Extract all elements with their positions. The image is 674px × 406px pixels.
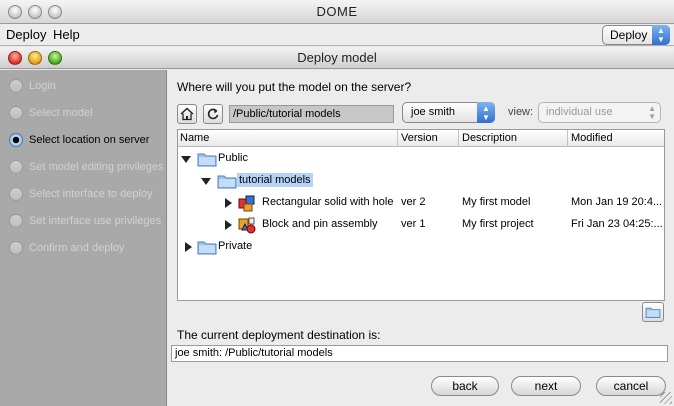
view-select-value: individual use bbox=[546, 106, 613, 118]
updown-arrows-icon: ▲ ▼ bbox=[477, 102, 495, 123]
refresh-button[interactable] bbox=[203, 104, 223, 124]
menu-help[interactable]: Help bbox=[53, 27, 80, 42]
tree-row-name: Public bbox=[218, 152, 248, 164]
project-icon bbox=[238, 217, 256, 234]
folder-icon bbox=[197, 153, 217, 167]
step-radio bbox=[9, 160, 23, 174]
step-label: Select location on server bbox=[29, 134, 150, 146]
tree-row[interactable]: Public bbox=[178, 148, 664, 170]
main-content: Where will you put the model on the serv… bbox=[168, 70, 674, 406]
step-select-model: Select model bbox=[9, 105, 167, 123]
step-radio bbox=[9, 241, 23, 255]
step-confirm-deploy: Confirm and deploy bbox=[9, 240, 167, 258]
column-header-modified[interactable]: Modified bbox=[571, 132, 613, 144]
expanded-triangle-icon[interactable] bbox=[201, 176, 211, 186]
destination-field: joe smith: /Public/tutorial models bbox=[171, 345, 668, 362]
server-tree-table[interactable]: Name Version Description Modified Public… bbox=[177, 129, 665, 301]
wizard-steps-panel: Login Select model Select location on se… bbox=[0, 70, 167, 406]
tree-row[interactable]: Rectangular solid with hole ver 2 My fir… bbox=[178, 192, 664, 214]
location-question: Where will you put the model on the serv… bbox=[177, 80, 412, 94]
step-radio bbox=[9, 214, 23, 228]
column-header-description[interactable]: Description bbox=[462, 132, 517, 144]
home-button[interactable] bbox=[177, 104, 197, 124]
tree-row-selected[interactable]: tutorial models bbox=[178, 170, 664, 192]
step-radio bbox=[9, 106, 23, 120]
resize-grip[interactable] bbox=[660, 392, 672, 404]
dialog-titlebar: Deploy model bbox=[0, 47, 674, 69]
path-field[interactable]: /Public/tutorial models bbox=[229, 105, 394, 123]
tree-header: Name Version Description Modified bbox=[178, 130, 664, 147]
updown-arrows-icon: ▲ ▼ bbox=[652, 25, 670, 45]
step-select-interface: Select interface to deploy bbox=[9, 186, 167, 204]
tree-row-description: My first project bbox=[462, 218, 534, 230]
tree-row-version: ver 2 bbox=[401, 196, 426, 208]
tree-row-description: My first model bbox=[462, 196, 531, 208]
collapsed-triangle-icon[interactable] bbox=[223, 220, 233, 230]
updown-arrows-icon: ▲ ▼ bbox=[648, 104, 656, 121]
step-label: Login bbox=[29, 80, 56, 92]
folder-icon bbox=[645, 307, 661, 318]
tree-row-modified: Mon Jan 19 20:4... bbox=[571, 196, 663, 208]
tree-row[interactable]: Private bbox=[178, 236, 664, 258]
step-login: Login bbox=[9, 78, 167, 96]
step-radio-selected bbox=[9, 133, 23, 147]
model-icon bbox=[238, 195, 255, 212]
step-select-location: Select location on server bbox=[9, 132, 167, 150]
step-editing-privileges: Set model editing privileges bbox=[9, 159, 167, 177]
app-title: DOME bbox=[316, 4, 358, 19]
tree-row-name: Rectangular solid with hole bbox=[262, 196, 394, 208]
tree-row-name: Private bbox=[218, 240, 253, 252]
view-select[interactable]: individual use ▲ ▼ bbox=[538, 102, 661, 123]
mode-select[interactable]: Deploy ▲ ▼ bbox=[602, 25, 670, 45]
user-select-value: joe smith bbox=[411, 106, 456, 118]
tree-row-name: tutorial models bbox=[237, 173, 313, 187]
step-radio bbox=[9, 79, 23, 93]
new-folder-button[interactable] bbox=[642, 302, 664, 322]
step-label: Set model editing privileges bbox=[29, 161, 164, 173]
tree-row-modified: Fri Jan 23 04:25:... bbox=[571, 218, 663, 230]
tree-row[interactable]: Block and pin assembly ver 1 My first pr… bbox=[178, 214, 664, 236]
home-icon bbox=[180, 107, 194, 121]
mode-select-value: Deploy bbox=[610, 28, 648, 42]
back-button[interactable]: back bbox=[431, 376, 499, 396]
user-select[interactable]: joe smith ▲ ▼ bbox=[402, 102, 495, 123]
app-titlebar: DOME bbox=[0, 0, 674, 24]
next-button[interactable]: next bbox=[511, 376, 581, 396]
expanded-triangle-icon[interactable] bbox=[181, 154, 191, 164]
step-interface-privileges: Set interface use privileges bbox=[9, 213, 167, 231]
dialog-title: Deploy model bbox=[297, 50, 377, 65]
column-header-version[interactable]: Version bbox=[401, 132, 438, 144]
step-radio bbox=[9, 187, 23, 201]
cancel-button[interactable]: cancel bbox=[596, 376, 666, 396]
menu-deploy[interactable]: Deploy bbox=[6, 27, 46, 42]
collapsed-triangle-icon[interactable] bbox=[223, 198, 233, 208]
step-label: Set interface use privileges bbox=[29, 215, 162, 227]
step-label: Confirm and deploy bbox=[29, 242, 125, 254]
collapsed-triangle-icon[interactable] bbox=[183, 242, 193, 252]
refresh-icon bbox=[207, 108, 219, 120]
step-label: Select interface to deploy bbox=[29, 188, 153, 200]
column-header-name[interactable]: Name bbox=[180, 132, 209, 144]
tree-row-name: Block and pin assembly bbox=[262, 218, 378, 230]
destination-label: The current deployment destination is: bbox=[177, 328, 381, 342]
step-label: Select model bbox=[29, 107, 93, 119]
tree-row-version: ver 1 bbox=[401, 218, 426, 230]
view-label: view: bbox=[508, 106, 534, 118]
folder-icon bbox=[217, 175, 237, 189]
folder-icon bbox=[197, 241, 217, 255]
menubar: Deploy Help Deploy ▲ ▼ bbox=[0, 24, 674, 46]
